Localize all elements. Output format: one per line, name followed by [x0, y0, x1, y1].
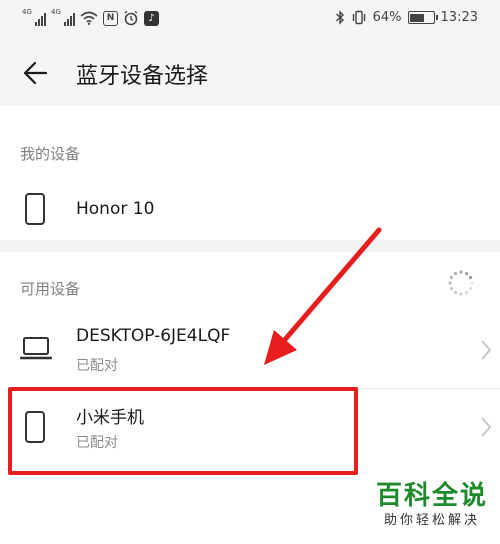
device-item-desktop[interactable]: DESKTOP-6JE4LQF 已配对 — [0, 315, 500, 388]
vibrate-icon — [352, 10, 365, 25]
spinner-dot — [459, 270, 463, 274]
spinner-dot — [468, 275, 473, 280]
loading-spinner-icon — [448, 270, 474, 296]
spinner-dot — [453, 271, 458, 276]
section-divider — [0, 240, 500, 252]
highlight-box — [8, 387, 358, 475]
spinner-dot — [459, 292, 463, 296]
alarm-icon — [124, 10, 138, 26]
watermark: 百科全说 助你轻松解决 — [374, 480, 490, 530]
network-type-2: 4G — [51, 8, 61, 16]
page-title: 蓝牙设备选择 — [76, 64, 209, 89]
back-button[interactable] — [14, 52, 56, 94]
battery-icon — [407, 11, 438, 24]
clock: 13:23 — [440, 10, 478, 25]
device-status: 已配对 — [76, 358, 118, 374]
bluetooth-icon — [335, 10, 344, 25]
app-header: 蓝牙设备选择 — [0, 40, 500, 106]
watermark-subtitle: 助你轻松解决 — [383, 513, 480, 528]
device-name: Honor 10 — [76, 199, 155, 219]
nfc-icon: N — [103, 10, 118, 26]
arrow-left-icon — [23, 61, 48, 85]
tiktok-icon: ♪ — [144, 10, 159, 26]
spinner-dot — [464, 290, 469, 295]
wifi-icon — [80, 11, 98, 25]
signal-icon: 4G — [22, 8, 46, 26]
network-type-1: 4G — [22, 8, 32, 16]
spinner-dot — [468, 286, 473, 291]
chevron-right-icon — [481, 417, 492, 437]
spinner-dot — [464, 271, 469, 276]
section-label-available-devices: 可用设备 — [20, 280, 81, 298]
spinner-dot — [453, 290, 458, 295]
device-item-honor10[interactable]: Honor 10 — [0, 180, 500, 238]
status-bar: 4G 4G N ♪ 64% 13:23 — [0, 0, 500, 40]
chevron-right-icon — [481, 340, 492, 360]
battery-percent: 64% — [372, 10, 402, 25]
laptop-icon — [20, 337, 52, 360]
section-label-my-devices: 我的设备 — [20, 145, 81, 163]
status-left-icons: 4G 4G N ♪ — [22, 8, 159, 26]
spinner-dot — [448, 281, 452, 285]
phone-icon — [25, 193, 45, 225]
spinner-dot — [449, 275, 454, 280]
watermark-title: 百科全说 — [375, 481, 488, 511]
spinner-dot — [449, 286, 454, 291]
signal-icon: 4G — [51, 8, 75, 26]
device-name: DESKTOP-6JE4LQF — [76, 326, 231, 346]
spinner-dot — [470, 281, 474, 285]
status-right-icons: 64% 13:23 — [335, 10, 478, 25]
